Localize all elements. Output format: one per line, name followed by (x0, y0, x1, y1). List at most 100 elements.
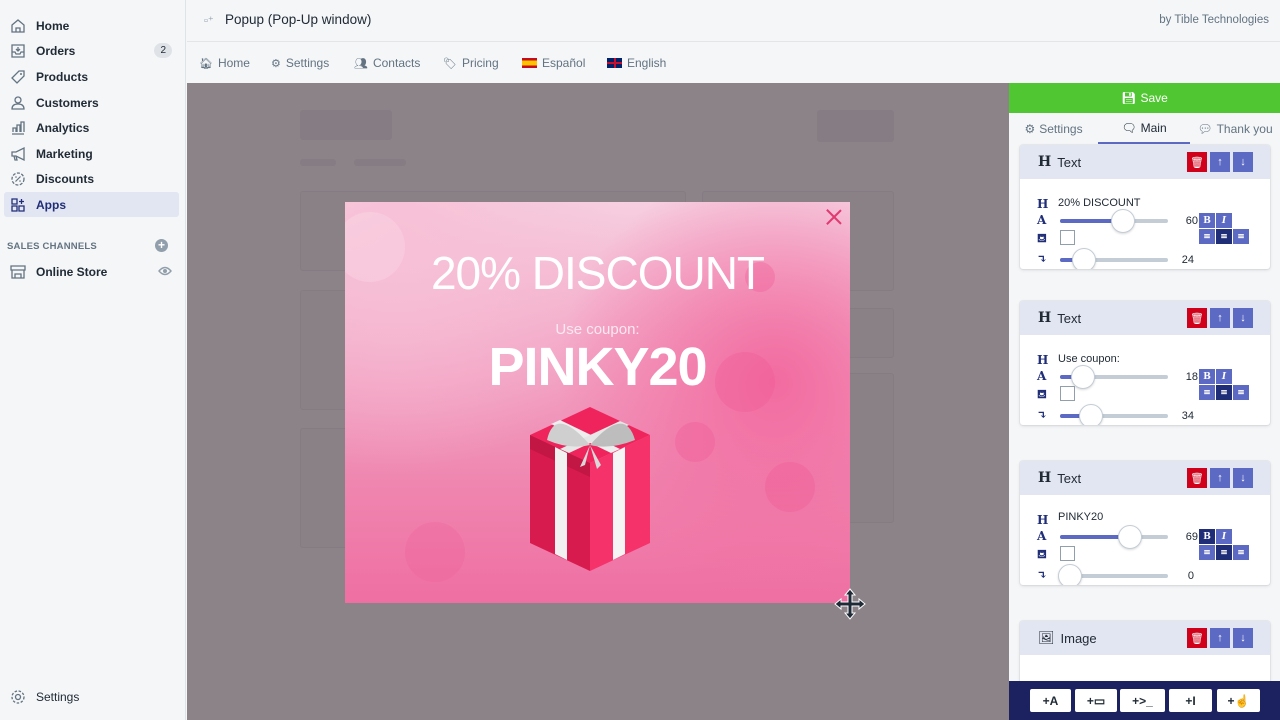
tab-label: Settings (1039, 122, 1083, 136)
heading-icon: H (1038, 154, 1052, 170)
add-button-button[interactable]: +☝ (1217, 689, 1260, 712)
align-center-button[interactable]: ≡ (1216, 229, 1232, 244)
margin-slider[interactable] (1060, 248, 1168, 269)
nav-contacts[interactable]: 👥︎ Contacts (354, 56, 420, 70)
nav-home[interactable]: 🏠︎ Home (199, 56, 250, 70)
margin-slider[interactable] (1060, 404, 1168, 425)
eye-icon[interactable] (158, 264, 172, 279)
delete-block-button[interactable]: 🗑︎ (1187, 468, 1207, 488)
nav-settings-label: Settings (285, 56, 330, 70)
align-left-button[interactable]: ≡ (1199, 385, 1215, 400)
slider-knob[interactable] (1071, 248, 1096, 269)
sidebar-item-home[interactable]: Home (4, 13, 179, 38)
sidebar-item-discounts[interactable]: Discounts (4, 166, 179, 191)
sidebar-item-apps[interactable]: Apps (4, 192, 179, 217)
nav-english[interactable]: English (607, 56, 666, 70)
sidebar-item-analytics[interactable]: Analytics (4, 115, 179, 140)
sidebar-item-marketing[interactable]: Marketing (4, 141, 179, 166)
delete-block-button[interactable]: 🗑︎ (1187, 308, 1207, 328)
popup-close-icon[interactable] (824, 207, 844, 227)
block-text-input[interactable]: Use coupon: (1058, 353, 1120, 365)
font-size-slider[interactable] (1060, 365, 1168, 389)
text-block-card: H Text 🗑︎ ↑ ↓ H Use coupon: A 18 ⛾ ↴ 34 B… (1020, 301, 1270, 425)
slider-knob[interactable] (1057, 564, 1082, 585)
bold-toggle[interactable]: B (1199, 369, 1215, 384)
move-up-button[interactable]: ↑ (1210, 468, 1230, 488)
move-up-button[interactable]: ↑ (1210, 308, 1230, 328)
nav-home-label: Home (217, 56, 250, 70)
move-down-button[interactable]: ↓ (1233, 628, 1253, 648)
bold-toggle[interactable]: B (1199, 529, 1215, 544)
preview-canvas: 20% DISCOUNT Use coupon: PINKY20 (187, 83, 1009, 720)
color-picker[interactable] (1060, 230, 1075, 245)
move-up-button[interactable]: ↑ (1210, 628, 1230, 648)
tab-label: Main (1140, 121, 1167, 135)
slider-knob[interactable] (1079, 404, 1104, 425)
align-right-button[interactable]: ≡ (1233, 385, 1249, 400)
add-sales-channel-icon[interactable]: + (155, 239, 168, 252)
popup-preview[interactable]: 20% DISCOUNT Use coupon: PINKY20 (345, 202, 850, 603)
gear-icon: ⚙ (1024, 122, 1036, 136)
font-size-icon: A (1037, 213, 1047, 227)
font-size-icon: A (1037, 529, 1047, 543)
heading-icon: H (1037, 197, 1049, 211)
nav-settings[interactable]: ⚙ Settings (271, 56, 329, 70)
sidebar-item-settings[interactable]: Settings (4, 684, 179, 709)
font-size-value: 69 (1185, 531, 1198, 543)
bold-toggle[interactable]: B (1199, 213, 1215, 228)
italic-toggle[interactable]: I (1216, 369, 1232, 384)
nav-spanish[interactable]: Español (522, 56, 585, 70)
align-center-button[interactable]: ≡ (1216, 385, 1232, 400)
gear-icon (7, 687, 29, 707)
align-right-button[interactable]: ≡ (1233, 545, 1249, 560)
align-right-button[interactable]: ≡ (1233, 229, 1249, 244)
save-button[interactable]: 💾︎ Save (1009, 83, 1280, 113)
color-picker[interactable] (1060, 386, 1075, 401)
font-size-slider[interactable] (1060, 525, 1168, 549)
italic-toggle[interactable]: I (1216, 213, 1232, 228)
slider-knob[interactable] (1110, 209, 1135, 233)
move-up-button[interactable]: ↑ (1210, 152, 1230, 172)
add-image-button[interactable]: +▭ (1075, 689, 1117, 712)
gear-icon: ⚙ (271, 57, 281, 70)
color-picker[interactable] (1060, 546, 1075, 561)
block-text-input[interactable]: 20% DISCOUNT (1058, 197, 1141, 209)
add-code-button[interactable]: +>_ (1120, 689, 1165, 712)
move-down-button[interactable]: ↓ (1233, 468, 1253, 488)
comment-filled-icon: 💬︎ (1197, 122, 1213, 136)
block-text-input[interactable]: PINKY20 (1058, 511, 1103, 523)
delete-block-button[interactable]: 🗑︎ (1187, 152, 1207, 172)
tab-settings[interactable]: ⚙ Settings (1009, 114, 1098, 144)
flower-decoration (765, 462, 815, 512)
align-center-button[interactable]: ≡ (1216, 545, 1232, 560)
tab-main[interactable]: 🗨︎ Main (1098, 114, 1190, 144)
flag-es-icon (522, 58, 537, 68)
nav-english-label: English (627, 56, 667, 70)
margin-icon: ↴ (1037, 252, 1048, 266)
flower-decoration (675, 422, 715, 462)
move-icon[interactable] (833, 587, 867, 621)
margin-slider[interactable] (1057, 564, 1168, 585)
font-size-slider[interactable] (1060, 209, 1168, 233)
align-left-button[interactable]: ≡ (1199, 229, 1215, 244)
align-left-button[interactable]: ≡ (1199, 545, 1215, 560)
delete-block-button[interactable]: 🗑︎ (1187, 628, 1207, 648)
sidebar-item-orders[interactable]: Orders 2 (4, 38, 179, 63)
sidebar-item-online-store[interactable]: Online Store (4, 259, 179, 284)
nav-pricing[interactable]: 🏷︎ Pricing (443, 56, 499, 70)
discount-icon (7, 169, 29, 189)
italic-toggle[interactable]: I (1216, 529, 1232, 544)
skeleton-block (354, 159, 406, 166)
sidebar-item-label: Settings (36, 689, 80, 704)
block-title: H Text (1038, 310, 1081, 326)
person-icon (7, 93, 29, 113)
slider-knob[interactable] (1118, 525, 1143, 549)
add-input-button[interactable]: +I (1169, 689, 1212, 712)
move-down-button[interactable]: ↓ (1233, 152, 1253, 172)
margin-value: 34 (1181, 410, 1194, 422)
sidebar-item-customers[interactable]: Customers (4, 90, 179, 115)
add-text-button[interactable]: +A (1030, 689, 1071, 712)
move-down-button[interactable]: ↓ (1233, 308, 1253, 328)
sidebar-item-products[interactable]: Products (4, 64, 179, 89)
tab-thank-you[interactable]: 💬︎ Thank you (1190, 114, 1280, 144)
